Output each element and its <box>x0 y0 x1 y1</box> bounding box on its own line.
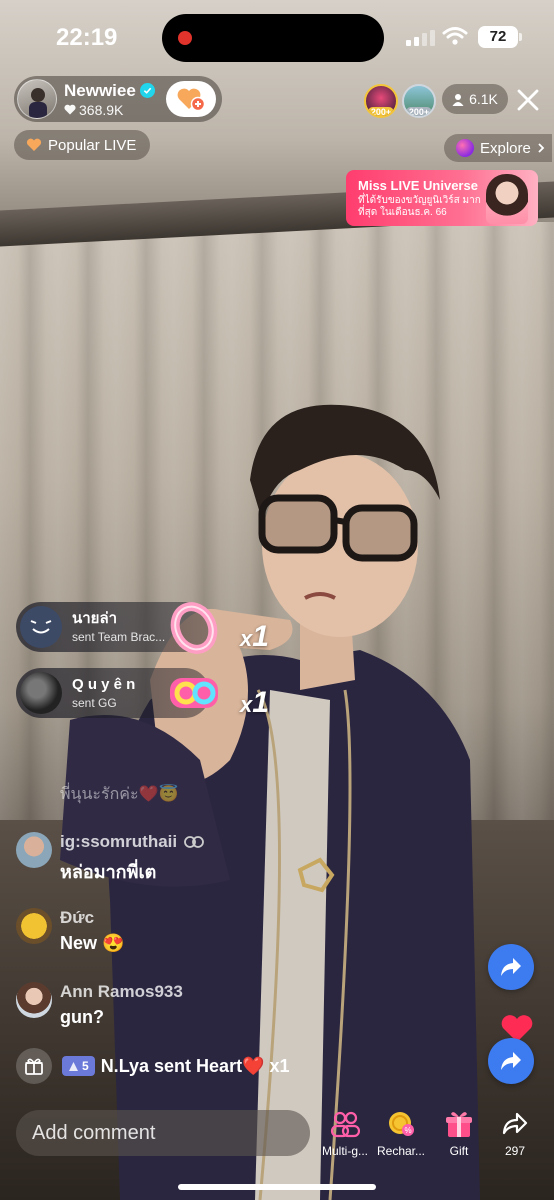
chat-text: New 😍 <box>60 933 125 953</box>
top-viewer-avatar[interactable]: 200+ <box>364 84 398 118</box>
gift-count: x1 <box>240 686 269 719</box>
multi-guest-button[interactable]: Multi-g... <box>314 1108 376 1158</box>
gift-box-icon <box>25 1058 43 1075</box>
chat-message[interactable]: Đức New 😍 <box>16 908 124 954</box>
chat-avatar[interactable] <box>16 908 52 944</box>
multi-guest-icon <box>330 1111 360 1138</box>
multi-guest-label: Multi-g... <box>321 1144 368 1158</box>
battery-indicator: 72 <box>478 26 522 48</box>
chat-message[interactable]: Ann Ramos933 gun? <box>16 982 183 1028</box>
gifter-name: Q u y ê n <box>72 676 136 693</box>
link-rings-icon <box>184 836 205 848</box>
popular-live-label: Popular LIVE <box>48 136 137 154</box>
top-viewer-badge: 200+ <box>367 107 395 116</box>
banner-subtitle: ที่ได้รับของขวัญยูนิเวิร์ส มากที่สุด ในเ… <box>358 195 481 218</box>
gift-activity-bar: 5 N.Lya sent Heart❤️ x1 <box>16 1048 290 1084</box>
share-arrow-icon <box>501 958 521 976</box>
host-likes: 368.9K <box>79 101 124 118</box>
share-arrow-icon <box>502 1112 528 1135</box>
chat-avatar[interactable] <box>16 832 52 868</box>
chat-username: Ann Ramos933 <box>60 982 183 1001</box>
faded-chat-message: พี่นุนะรักค่ะ❤️😇 <box>60 786 179 803</box>
share-button[interactable]: 297 <box>484 1108 546 1158</box>
top-viewer-avatar[interactable]: 200+ <box>402 84 436 118</box>
triangle-icon <box>69 1061 78 1071</box>
signal-icon <box>406 30 435 46</box>
gift-count: x1 <box>240 620 269 653</box>
status-time: 22:19 <box>56 24 118 51</box>
heart-icon <box>64 104 76 115</box>
chat-text: หล่อมากพี่เต <box>60 862 157 882</box>
gifter-avatar <box>20 606 62 648</box>
gift-box-button[interactable] <box>16 1048 52 1084</box>
chat-text: gun? <box>60 1007 104 1027</box>
host-avatar[interactable] <box>17 79 57 119</box>
follow-button[interactable] <box>166 81 216 117</box>
person-icon <box>452 93 464 106</box>
gifter-avatar <box>20 672 62 714</box>
explore-label: Explore <box>480 139 531 157</box>
gg-gift-icon <box>170 678 218 708</box>
share-count: 297 <box>504 1144 526 1158</box>
top-viewer-badge: 200+ <box>405 107 433 116</box>
viewer-count-pill[interactable]: 6.1K <box>442 84 508 114</box>
heart-icon <box>26 138 42 151</box>
gift-activity-text: N.Lya sent Heart❤️ x1 <box>100 1055 290 1076</box>
recharge-label: Rechar... <box>376 1144 426 1158</box>
chevron-right-icon <box>538 143 545 153</box>
bracelet-gift-icon <box>170 602 218 654</box>
explore-orb-icon <box>456 139 474 157</box>
gifter-name: นายล่า <box>72 610 118 627</box>
chat-username: ig:ssomruthaii <box>60 832 178 851</box>
user-level-badge: 5 <box>62 1056 95 1076</box>
event-banner[interactable]: Miss LIVE Universe ที่ได้รับของขวัญยูนิเ… <box>346 170 538 226</box>
heart-plus-icon <box>177 88 206 112</box>
popular-live-badge[interactable]: Popular LIVE <box>14 130 151 160</box>
chat-username: Đức <box>60 908 95 927</box>
verified-icon <box>139 82 155 98</box>
svg-text:%: % <box>404 1126 411 1135</box>
gift-button[interactable]: Gift <box>428 1108 490 1158</box>
recharge-button[interactable]: % Rechar... <box>370 1108 432 1158</box>
share-float-button[interactable] <box>488 1038 534 1084</box>
explore-button[interactable]: Explore <box>444 134 552 162</box>
gift-description: sent Team Brac... <box>72 631 166 643</box>
gift-icon <box>446 1112 472 1137</box>
viewer-count: 6.1K <box>469 91 498 107</box>
share-arrow-icon <box>501 1052 521 1070</box>
chat-message[interactable]: ig:ssomruthaii หล่อมากพี่เต <box>16 832 205 886</box>
add-comment-input[interactable]: Add comment <box>16 1110 310 1156</box>
recording-dot-icon <box>178 31 192 45</box>
gift-notification[interactable]: นายล่า sent Team Brac... <box>16 602 218 654</box>
wifi-icon <box>442 27 468 45</box>
gift-notification[interactable]: Q u y ê n sent GG <box>16 668 218 718</box>
coin-recharge-icon: % <box>389 1112 414 1136</box>
gift-description: sent GG <box>72 697 117 709</box>
gift-label: Gift <box>449 1144 469 1158</box>
host-name: Newwiee <box>64 80 136 100</box>
host-info-pill[interactable]: Newwiee 368.9K <box>14 76 222 122</box>
chat-avatar[interactable] <box>16 982 52 1018</box>
banner-title: Miss LIVE Universe <box>358 178 478 193</box>
banner-portrait <box>486 174 528 224</box>
close-icon[interactable] <box>514 86 542 114</box>
home-indicator[interactable] <box>178 1184 376 1190</box>
dynamic-island <box>162 14 384 62</box>
share-float-button[interactable] <box>488 944 534 990</box>
